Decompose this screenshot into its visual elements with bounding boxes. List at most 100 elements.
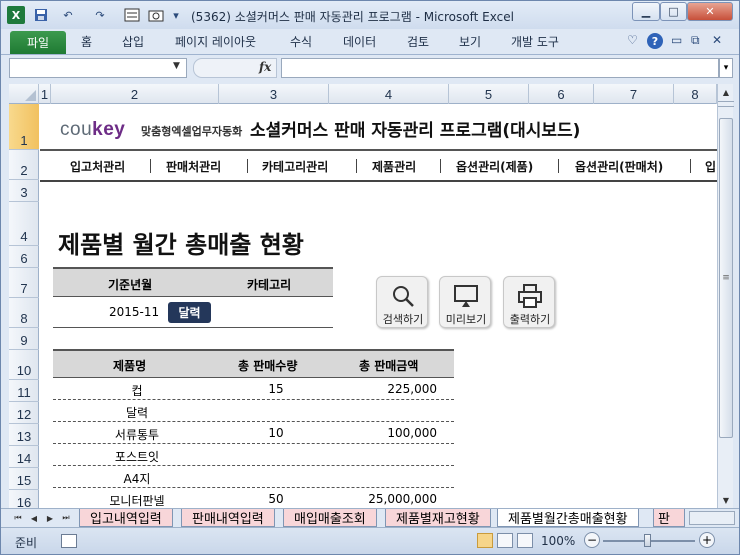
name-box[interactable] xyxy=(9,58,187,78)
row-header[interactable]: 7 xyxy=(9,268,39,298)
tab-review[interactable]: 검토 xyxy=(407,33,429,53)
column-header[interactable]: 8 xyxy=(674,84,717,104)
calendar-button[interactable]: 달력 xyxy=(168,302,211,323)
tab-developer[interactable]: 개발 도구 xyxy=(511,33,559,53)
sheet-tab[interactable]: 판 xyxy=(653,509,685,527)
nav-item-seller[interactable]: 판매처관리 xyxy=(166,158,221,175)
insert-function-icon[interactable]: fx xyxy=(259,60,271,74)
save-icon[interactable] xyxy=(33,7,49,23)
zoom-in-icon[interactable]: + xyxy=(699,532,715,548)
table-row[interactable]: 서류통투 10 100,000 xyxy=(53,422,454,444)
sheet-tab[interactable]: 제품별재고현황 xyxy=(385,509,491,527)
row-header[interactable]: 1 xyxy=(9,104,39,150)
doc-minimize-icon[interactable]: ▭ xyxy=(671,33,682,47)
nav-item-option-seller[interactable]: 옵션관리(판매처) xyxy=(575,158,663,175)
expand-formula-bar-icon[interactable]: ▾ xyxy=(719,58,733,78)
print-button-label: 출력하기 xyxy=(509,313,551,326)
sheet-tab[interactable]: 매입매출조회 xyxy=(283,509,377,527)
table-row[interactable]: 달력 xyxy=(53,400,454,422)
header-divider xyxy=(40,149,717,151)
last-sheet-icon[interactable]: ⏭ xyxy=(59,511,73,525)
name-box-dropdown-icon[interactable]: ▼ xyxy=(173,61,180,71)
normal-view-icon[interactable] xyxy=(477,533,493,548)
column-header[interactable]: 6 xyxy=(529,84,594,104)
tab-view[interactable]: 보기 xyxy=(459,33,481,53)
table-row[interactable]: 컵 15 225,000 xyxy=(53,378,454,400)
scroll-up-icon[interactable]: ▲ xyxy=(718,84,734,100)
minimize-ribbon-icon[interactable]: ♡ xyxy=(627,33,638,47)
row-header[interactable]: 16 xyxy=(9,490,39,508)
nav-item-category[interactable]: 카테고리관리 xyxy=(262,158,328,175)
select-all-corner[interactable] xyxy=(9,84,39,104)
row-header[interactable]: 10 xyxy=(9,350,39,380)
sheet-tab-active[interactable]: 제품별월간총매출현황 xyxy=(497,509,639,527)
vertical-scrollbar[interactable]: ▲ ≡ ▼ xyxy=(717,84,734,508)
camera-icon[interactable] xyxy=(147,7,165,23)
zoom-slider-thumb[interactable] xyxy=(644,534,651,547)
split-handle[interactable] xyxy=(718,101,734,107)
scroll-down-icon[interactable]: ▼ xyxy=(718,492,734,508)
tab-file[interactable]: 파일 xyxy=(10,31,66,54)
form-icon[interactable] xyxy=(123,7,141,23)
base-month-value[interactable]: 2015-11 xyxy=(109,305,159,319)
zoom-level[interactable]: 100% xyxy=(541,534,575,548)
tab-insert[interactable]: 삽입 xyxy=(122,33,144,53)
table-row[interactable]: A4지 xyxy=(53,466,454,488)
zoom-out-icon[interactable]: − xyxy=(584,532,600,548)
column-header[interactable]: 1 xyxy=(39,84,51,104)
excel-logo-icon[interactable]: X xyxy=(7,6,25,24)
row-header[interactable]: 12 xyxy=(9,402,39,424)
worksheet-grid[interactable]: 1 2 3 4 5 6 7 8 1 2 3 4 6 7 8 9 10 11 12… xyxy=(9,84,717,508)
table-row[interactable]: 모니터판넬 50 25,000,000 xyxy=(53,488,454,508)
row-header[interactable]: 15 xyxy=(9,468,39,490)
column-header[interactable]: 5 xyxy=(449,84,529,104)
doc-restore-icon[interactable]: ⧉ xyxy=(691,33,700,48)
row-header[interactable]: 2 xyxy=(9,150,39,180)
nav-item-more[interactable]: 입 xyxy=(705,158,716,175)
macro-record-icon[interactable] xyxy=(61,534,77,548)
sheet-tab[interactable]: 판매내역입력 xyxy=(181,509,275,527)
row-header[interactable]: 9 xyxy=(9,328,39,350)
page-break-view-icon[interactable] xyxy=(517,533,533,548)
prev-sheet-icon[interactable]: ◀ xyxy=(27,511,41,525)
product-qty: 50 xyxy=(268,492,284,506)
page-layout-view-icon[interactable] xyxy=(497,533,513,548)
tab-home[interactable]: 홈 xyxy=(81,33,92,53)
column-header[interactable]: 2 xyxy=(51,84,219,104)
sheet-tab[interactable]: 입고내역입력 xyxy=(79,509,173,527)
print-button[interactable]: 출력하기 xyxy=(503,276,555,328)
scroll-thumb[interactable]: ≡ xyxy=(719,118,733,438)
doc-close-icon[interactable]: ✕ xyxy=(712,33,722,47)
preview-button[interactable]: 미리보기 xyxy=(439,276,491,328)
tab-page-layout[interactable]: 페이지 레이아웃 xyxy=(175,33,256,53)
next-sheet-icon[interactable]: ▶ xyxy=(43,511,57,525)
row-header[interactable]: 13 xyxy=(9,424,39,446)
table-row[interactable]: 포스트잇 xyxy=(53,444,454,466)
minimize-button[interactable]: ▁ xyxy=(632,2,660,21)
column-header[interactable]: 3 xyxy=(219,84,329,104)
column-header[interactable]: 4 xyxy=(329,84,449,104)
maximize-button[interactable]: □ xyxy=(660,2,687,21)
undo-icon[interactable]: ↶ xyxy=(57,7,79,23)
help-icon[interactable]: ? xyxy=(647,33,663,49)
close-button[interactable]: ✕ xyxy=(687,2,733,21)
col-product: 제품명 xyxy=(113,359,147,373)
column-header[interactable]: 7 xyxy=(594,84,674,104)
redo-icon[interactable]: ↷ xyxy=(89,7,111,23)
first-sheet-icon[interactable]: ⏮ xyxy=(11,511,25,525)
row-header[interactable]: 3 xyxy=(9,180,39,202)
nav-item-option-product[interactable]: 옵션관리(제품) xyxy=(456,158,533,175)
nav-item-supplier[interactable]: 입고처관리 xyxy=(70,158,125,175)
formula-input[interactable] xyxy=(281,58,719,78)
customize-toolbar-icon[interactable]: ▾ xyxy=(171,7,181,23)
row-header[interactable]: 8 xyxy=(9,298,39,328)
row-header[interactable]: 14 xyxy=(9,446,39,468)
tab-formulas[interactable]: 수식 xyxy=(290,33,312,53)
row-header[interactable]: 4 xyxy=(9,202,39,246)
search-button[interactable]: 검색하기 xyxy=(376,276,428,328)
tab-data[interactable]: 데이터 xyxy=(343,33,376,53)
row-header[interactable]: 11 xyxy=(9,380,39,402)
row-header[interactable]: 6 xyxy=(9,246,39,268)
horizontal-scrollbar[interactable] xyxy=(689,511,735,525)
nav-item-product[interactable]: 제품관리 xyxy=(372,158,416,175)
